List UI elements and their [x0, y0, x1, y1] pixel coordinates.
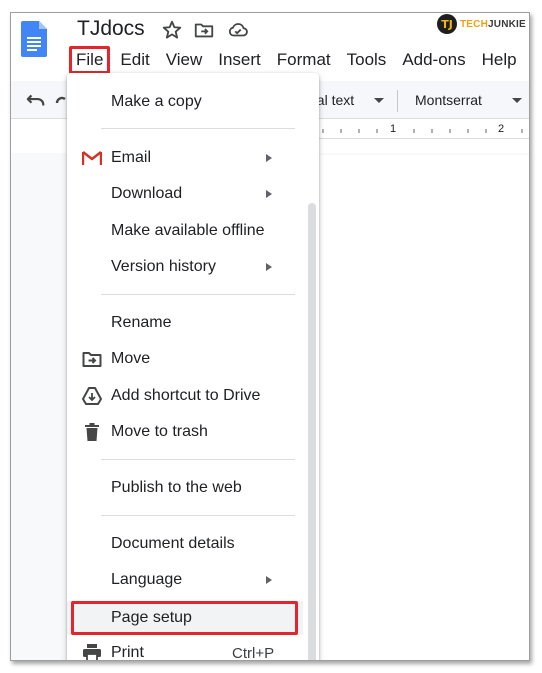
drive-shortcut-icon — [81, 385, 103, 407]
menu-scrollbar[interactable] — [308, 203, 316, 660]
toolbar-divider — [397, 90, 398, 112]
menu-divider — [101, 459, 295, 460]
menubar: File Edit View Insert Format Tools Add-o… — [69, 46, 529, 74]
horizontal-ruler[interactable]: 1 2 — [311, 123, 529, 139]
menu-divider — [101, 128, 295, 129]
file-menu-dropdown: Make a copy Email Download Make availabl… — [67, 73, 319, 661]
menu-item-document-details[interactable]: Document details — [67, 527, 303, 561]
menu-item-label: Move — [111, 350, 151, 367]
brand-junkie-text: JUNKIE — [488, 18, 526, 30]
menu-item-label: Publish to the web — [111, 479, 242, 496]
menu-item-email[interactable]: Email — [67, 141, 303, 175]
menu-item-move[interactable]: Move — [67, 342, 303, 376]
menu-item-download[interactable]: Download — [67, 177, 303, 211]
redo-icon[interactable] — [55, 90, 67, 110]
menu-item-move-to-trash[interactable]: Move to trash — [67, 415, 303, 449]
submenu-arrow-icon — [266, 190, 272, 198]
trash-icon — [81, 421, 103, 443]
submenu-arrow-icon — [266, 576, 272, 584]
paragraph-style-select[interactable]: nal text — [309, 81, 385, 119]
menu-item-label: Add shortcut to Drive — [111, 387, 261, 404]
keyboard-shortcut: Ctrl+P — [232, 644, 275, 661]
document-title[interactable]: TJdocs — [77, 17, 145, 41]
menu-edit[interactable]: Edit — [112, 46, 157, 74]
brand-tech-text: TECH — [460, 18, 489, 30]
menu-item-label: Rename — [111, 314, 172, 331]
menu-item-label: Version history — [111, 258, 216, 275]
submenu-arrow-icon — [266, 154, 272, 162]
menu-tools[interactable]: Tools — [339, 46, 395, 74]
menu-item-publish-to-the-web[interactable]: Publish to the web — [67, 471, 303, 505]
menu-divider — [101, 515, 295, 516]
menu-item-add-shortcut-to-drive[interactable]: Add shortcut to Drive — [67, 379, 303, 413]
techjunkie-watermark: TJ TECHJUNKIE — [437, 13, 526, 35]
page-setup-highlight-box — [71, 601, 298, 635]
menu-item-label: Email — [111, 149, 152, 166]
menu-item-label: Document details — [111, 535, 235, 552]
menu-item-print[interactable]: Print Ctrl+P — [67, 636, 303, 661]
move-to-folder-icon[interactable] — [193, 19, 215, 41]
menu-item-version-history[interactable]: Version history — [67, 250, 303, 284]
menu-view[interactable]: View — [158, 46, 211, 74]
menu-help[interactable]: Help — [474, 46, 525, 74]
chevron-down-icon — [374, 97, 385, 103]
chevron-down-icon — [511, 97, 522, 103]
menu-divider — [101, 294, 295, 295]
font-family-value: Montserrat — [415, 92, 482, 108]
menu-item-label: Download — [111, 185, 183, 202]
menu-item-language[interactable]: Language — [67, 563, 303, 597]
menu-item-label: Make available offline — [111, 222, 265, 239]
menu-insert[interactable]: Insert — [210, 46, 269, 74]
menu-format[interactable]: Format — [269, 46, 339, 74]
menu-accessibility[interactable]: A — [525, 46, 529, 74]
menu-add-ons[interactable]: Add-ons — [394, 46, 473, 74]
menu-item-make-available-offline[interactable]: Make available offline — [67, 214, 303, 248]
submenu-arrow-icon — [266, 263, 272, 271]
menu-item-label: Print — [111, 644, 144, 661]
techjunkie-badge-icon: TJ — [437, 14, 457, 34]
document-page[interactable] — [311, 155, 529, 660]
ruler-mark: 1 — [390, 123, 397, 135]
menu-item-label: Make a copy — [111, 93, 202, 110]
menu-item-rename[interactable]: Rename — [67, 306, 303, 340]
move-folder-icon — [81, 348, 103, 370]
menu-item-label: Language — [111, 571, 183, 588]
app-window: TJdocs TJ TECHJUNKIE File Edit View Inse… — [10, 12, 530, 661]
font-family-select[interactable]: Montserrat — [415, 81, 522, 119]
menu-item-make-a-copy[interactable]: Make a copy — [67, 85, 303, 119]
menu-file[interactable]: File — [69, 46, 111, 74]
ruler-mark: 2 — [498, 123, 505, 135]
undo-icon[interactable] — [25, 90, 47, 110]
print-icon — [81, 642, 103, 660]
star-icon[interactable] — [161, 19, 183, 41]
docs-logo-icon[interactable] — [21, 21, 47, 57]
menu-item-label: Move to trash — [111, 423, 208, 440]
gmail-icon — [81, 147, 103, 169]
cloud-saved-icon[interactable] — [227, 19, 249, 41]
